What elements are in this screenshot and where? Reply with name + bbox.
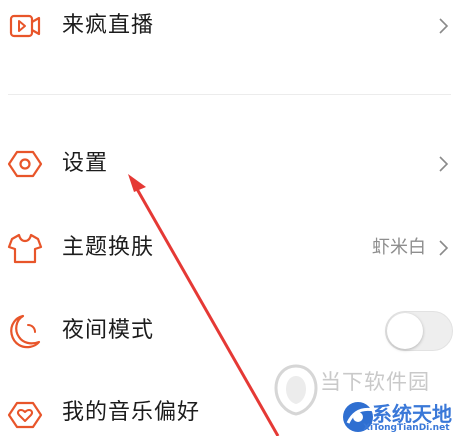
menu-item-night-mode: 夜间模式 bbox=[0, 303, 459, 359]
watermark: 当下软件园 系统天地 XiTongTianDi.net bbox=[268, 362, 459, 436]
menu-item-live[interactable]: 来疯直播 bbox=[0, 0, 459, 54]
theme-current-value: 虾米白 bbox=[372, 237, 426, 258]
menu-item-theme[interactable]: 主题换肤 虾米白 bbox=[0, 220, 459, 276]
watermark-line3: XiTongTianDi.net bbox=[363, 423, 450, 433]
menu-item-settings-label: 设置 bbox=[62, 151, 109, 176]
menu-item-music-preference-label: 我的音乐偏好 bbox=[62, 400, 201, 425]
night-mode-toggle[interactable] bbox=[385, 311, 453, 351]
menu-item-night-mode-label: 夜间模式 bbox=[62, 318, 155, 343]
hexagon-settings-icon bbox=[6, 145, 44, 183]
menu-item-settings[interactable]: 设置 bbox=[0, 136, 459, 192]
moon-icon bbox=[6, 312, 44, 350]
settings-page: 来疯直播 设置 主题换肤 虾米白 夜间模式 我的音乐偏好 当下软件园 系统天地 … bbox=[0, 0, 459, 436]
tshirt-icon bbox=[6, 229, 44, 267]
toggle-knob bbox=[387, 313, 423, 349]
watermark-logo-icon bbox=[270, 362, 322, 418]
chevron-right-icon bbox=[437, 156, 449, 172]
heart-tag-icon bbox=[6, 394, 44, 432]
menu-item-theme-label: 主题换肤 bbox=[62, 235, 155, 260]
section-divider bbox=[8, 94, 451, 95]
watermark-line1: 当下软件园 bbox=[320, 370, 430, 394]
chevron-right-icon bbox=[437, 18, 449, 34]
menu-item-live-label: 来疯直播 bbox=[62, 13, 155, 38]
chevron-right-icon bbox=[437, 240, 449, 256]
video-play-icon bbox=[6, 7, 44, 45]
